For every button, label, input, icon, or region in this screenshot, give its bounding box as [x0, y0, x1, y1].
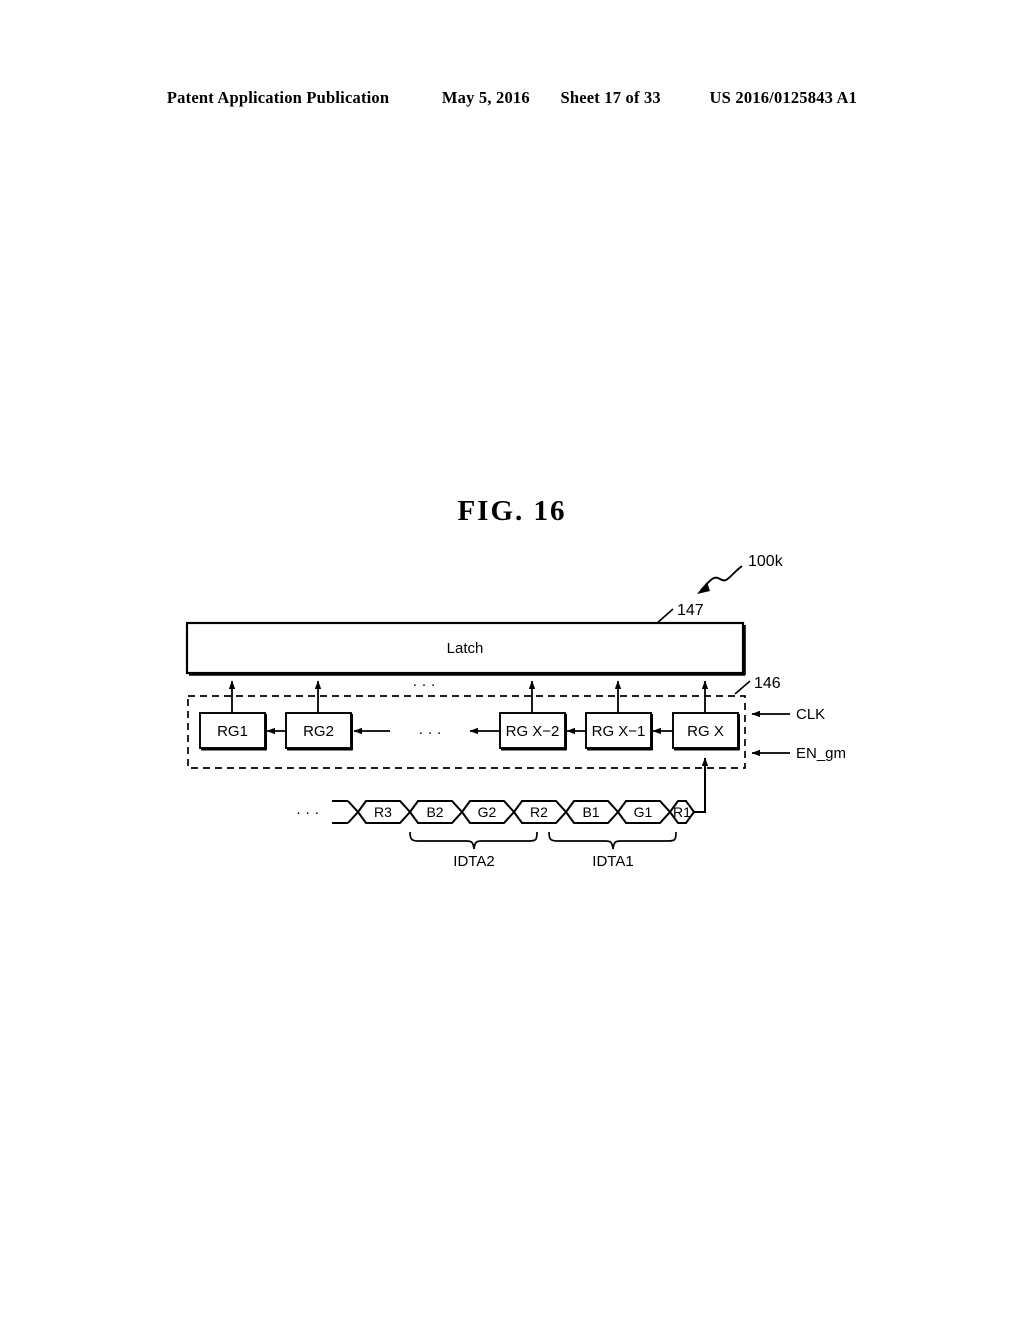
register-rg2-label: RG2 [303, 723, 334, 740]
signal-en-gm: EN_gm [751, 745, 846, 762]
data-cell-b2-label: B2 [426, 804, 443, 820]
register-rgx: RG X [672, 712, 740, 751]
group-idta2-label: IDTA2 [453, 853, 494, 870]
register-rg2: RG2 [285, 712, 353, 751]
register-rg1-label: RG1 [217, 723, 248, 740]
register-rg1: RG1 [199, 712, 267, 751]
data-cell-b2: B2 [408, 800, 464, 824]
latch-block: Latch [185, 621, 746, 676]
callout-147-label: 147 [677, 602, 704, 619]
group-idta1: IDTA1 [548, 831, 677, 870]
data-cell-g1-label: G1 [634, 804, 653, 820]
data-cell-g2-label: G2 [478, 804, 497, 820]
data-cell-r3-label: R3 [374, 804, 392, 820]
signal-clk: CLK [751, 706, 825, 723]
patent-figure-page: Patent Application Publication May 5, 20… [0, 0, 1024, 1320]
figure-diagram: 100k 147 Latch · · · 146 RG1 RG2 RG X−2 … [185, 553, 846, 870]
signal-clk-label: CLK [796, 706, 825, 723]
register-rgx-label: RG X [687, 723, 724, 740]
latch-label: Latch [447, 640, 484, 657]
group-idta1-label: IDTA1 [592, 853, 633, 870]
register-rgx-2: RG X−2 [499, 712, 567, 751]
register-rgx-1: RG X−1 [585, 712, 653, 751]
group-idta2: IDTA2 [409, 831, 538, 870]
data-cell-g1: G1 [616, 800, 672, 824]
callout-147: 147 [655, 602, 704, 625]
data-stream-lead-ellipsis: · · · [296, 804, 319, 821]
register-rgx-1-label: RG X−1 [592, 723, 646, 740]
register-rgx-2-label: RG X−2 [506, 723, 560, 740]
data-cell-b1-label: B1 [582, 804, 599, 820]
data-cell-r1-label: R1 [673, 804, 691, 820]
callout-100k: 100k [697, 553, 784, 594]
signal-en-gm-label: EN_gm [796, 745, 846, 762]
data-cell-g2: G2 [460, 800, 516, 824]
latch-bus-ellipsis: · · · [412, 676, 435, 693]
data-cell-r3: R3 [347, 800, 412, 824]
data-cell-r1: R1 [668, 800, 696, 824]
data-stream-waveform: · · · R3 B2 G2 R2 B1 G1 R1 [296, 800, 696, 824]
register-to-latch-arrows [228, 680, 709, 717]
register-block-boundary [187, 695, 746, 769]
callout-100k-label: 100k [748, 553, 784, 570]
data-cell-r2-label: R2 [530, 804, 548, 820]
callout-146-label: 146 [754, 675, 781, 692]
callout-146: 146 [734, 675, 781, 695]
data-cell-r2: R2 [512, 800, 568, 824]
register-row-ellipsis: · · · [418, 724, 441, 741]
data-input-path [694, 757, 709, 813]
data-cell-b1: B1 [564, 800, 620, 824]
